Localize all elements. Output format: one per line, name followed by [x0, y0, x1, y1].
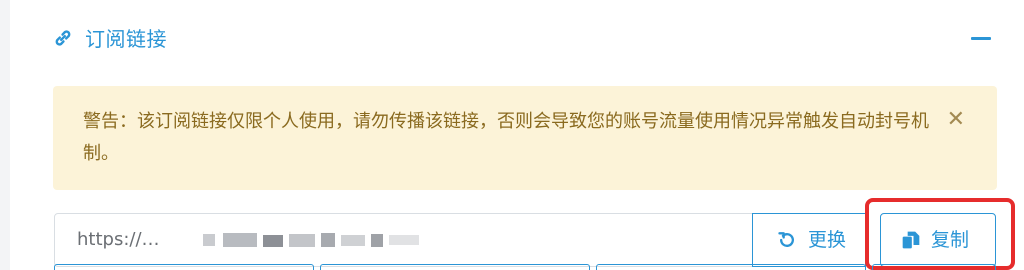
refresh-icon: [778, 232, 794, 247]
copy-icon: [902, 231, 920, 249]
subscription-url-field[interactable]: https://…: [54, 213, 754, 267]
subscription-url-text: https://…: [77, 229, 160, 250]
warning-alert: 警告：该订阅链接仅限个人使用，请勿传播该链接，否则会导致您的账号流量使用情况异常…: [53, 86, 997, 190]
warning-text: 警告：该订阅链接仅限个人使用，请勿传播该链接，否则会导致您的账号流量使用情况异常…: [83, 111, 929, 164]
next-row-cell: [320, 264, 590, 270]
section-header: 订阅链接: [52, 22, 997, 56]
section-title: 订阅链接: [85, 27, 167, 51]
next-row-cell: [596, 264, 866, 270]
next-row-cell: [872, 264, 996, 270]
copy-button-label: 复制: [931, 229, 970, 251]
next-row-cell: [54, 264, 314, 270]
close-icon[interactable]: ✕: [947, 106, 965, 134]
refresh-button[interactable]: 更换: [752, 213, 866, 267]
left-border-strip: [0, 0, 10, 270]
redacted-url-mask: [203, 233, 419, 247]
copy-button[interactable]: 复制: [880, 213, 996, 267]
minus-icon[interactable]: [971, 37, 991, 40]
link-icon: [55, 30, 71, 46]
subscription-panel: 订阅链接 警告：该订阅链接仅限个人使用，请勿传播该链接，否则会导致您的账号流量使…: [0, 0, 1024, 270]
refresh-button-label: 更换: [808, 229, 847, 251]
